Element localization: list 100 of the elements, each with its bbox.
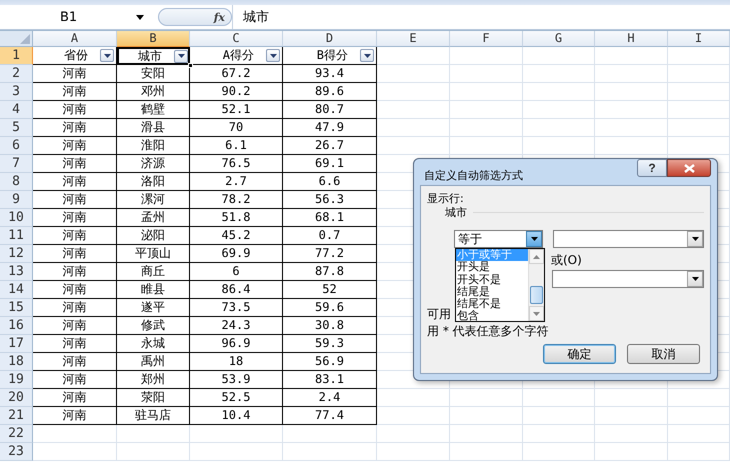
empty-cell[interactable] bbox=[595, 119, 668, 137]
empty-cell[interactable] bbox=[450, 407, 523, 425]
empty-cell[interactable] bbox=[595, 443, 668, 461]
scroll-thumb[interactable] bbox=[530, 286, 543, 304]
empty-cell[interactable] bbox=[377, 407, 450, 425]
row-header[interactable]: 2 bbox=[0, 65, 33, 83]
formula-input[interactable]: 城市 bbox=[232, 5, 730, 29]
row-header[interactable]: 14 bbox=[0, 281, 33, 299]
empty-cell[interactable] bbox=[523, 389, 595, 407]
list-item[interactable]: 包含 bbox=[456, 310, 528, 321]
row-header[interactable]: 16 bbox=[0, 317, 33, 335]
empty-cell[interactable] bbox=[668, 137, 730, 155]
empty-cell[interactable] bbox=[450, 137, 523, 155]
column-header[interactable]: D bbox=[283, 31, 377, 47]
dropdown-button[interactable] bbox=[526, 231, 542, 247]
help-button[interactable]: ? bbox=[637, 159, 667, 177]
table-header-cell[interactable]: 城市 bbox=[117, 47, 190, 65]
row-header[interactable]: 15 bbox=[0, 299, 33, 317]
column-header[interactable]: I bbox=[668, 31, 730, 47]
empty-cell[interactable] bbox=[450, 119, 523, 137]
fill-handle[interactable] bbox=[188, 63, 193, 68]
empty-cell[interactable] bbox=[283, 443, 377, 461]
empty-cell[interactable] bbox=[523, 407, 595, 425]
row-header[interactable]: 9 bbox=[0, 191, 33, 209]
dropdown-button[interactable] bbox=[687, 271, 703, 287]
row-header[interactable]: 8 bbox=[0, 173, 33, 191]
empty-cell[interactable] bbox=[668, 119, 730, 137]
list-item[interactable]: 结尾是 bbox=[456, 286, 528, 298]
row-header[interactable]: 12 bbox=[0, 245, 33, 263]
empty-cell[interactable] bbox=[450, 443, 523, 461]
empty-cell[interactable] bbox=[595, 47, 668, 65]
column-header[interactable]: H bbox=[595, 31, 668, 47]
empty-cell[interactable] bbox=[523, 83, 595, 101]
value-combobox[interactable] bbox=[552, 270, 704, 288]
name-box[interactable]: B1 bbox=[0, 5, 150, 29]
column-header[interactable]: B bbox=[117, 31, 190, 47]
table-header-cell[interactable]: 省份 bbox=[33, 47, 117, 65]
filter-dropdown-button[interactable] bbox=[360, 49, 374, 62]
empty-cell[interactable] bbox=[668, 101, 730, 119]
list-item[interactable]: 开头不是 bbox=[456, 274, 528, 286]
empty-cell[interactable] bbox=[377, 83, 450, 101]
scrollbar[interactable] bbox=[528, 249, 544, 321]
empty-cell[interactable] bbox=[523, 47, 595, 65]
empty-cell[interactable] bbox=[450, 425, 523, 443]
filter-dropdown-button[interactable] bbox=[100, 49, 114, 62]
empty-cell[interactable] bbox=[595, 101, 668, 119]
dialog-button[interactable]: 确定 bbox=[543, 344, 616, 364]
row-header[interactable]: 7 bbox=[0, 155, 33, 173]
row-header[interactable]: 1 bbox=[0, 47, 33, 65]
empty-cell[interactable] bbox=[595, 425, 668, 443]
dropdown-button[interactable] bbox=[687, 231, 703, 247]
row-header[interactable]: 18 bbox=[0, 353, 33, 371]
empty-cell[interactable] bbox=[523, 425, 595, 443]
empty-cell[interactable] bbox=[190, 425, 283, 443]
column-header[interactable]: E bbox=[377, 31, 450, 47]
empty-cell[interactable] bbox=[377, 443, 450, 461]
row-header[interactable]: 5 bbox=[0, 119, 33, 137]
empty-cell[interactable] bbox=[595, 137, 668, 155]
empty-cell[interactable] bbox=[668, 443, 730, 461]
empty-cell[interactable] bbox=[595, 65, 668, 83]
filter-dropdown-button[interactable] bbox=[174, 50, 188, 62]
empty-cell[interactable] bbox=[450, 101, 523, 119]
empty-cell[interactable] bbox=[377, 389, 450, 407]
empty-cell[interactable] bbox=[523, 101, 595, 119]
empty-cell[interactable] bbox=[450, 83, 523, 101]
row-header[interactable]: 17 bbox=[0, 335, 33, 353]
empty-cell[interactable] bbox=[283, 425, 377, 443]
row-header[interactable]: 4 bbox=[0, 101, 33, 119]
empty-cell[interactable] bbox=[668, 47, 730, 65]
empty-cell[interactable] bbox=[377, 65, 450, 83]
row-header[interactable]: 23 bbox=[0, 443, 33, 461]
empty-cell[interactable] bbox=[377, 47, 450, 65]
empty-cell[interactable] bbox=[595, 407, 668, 425]
list-item[interactable]: 开头是 bbox=[456, 261, 528, 274]
empty-cell[interactable] bbox=[595, 389, 668, 407]
empty-cell[interactable] bbox=[117, 425, 190, 443]
empty-cell[interactable] bbox=[450, 65, 523, 83]
empty-cell[interactable] bbox=[450, 389, 523, 407]
row-header[interactable]: 13 bbox=[0, 263, 33, 281]
list-item[interactable]: 结尾不是 bbox=[456, 298, 528, 310]
operator-combobox[interactable]: 等于 bbox=[454, 230, 544, 248]
formula-toggle[interactable]: fx bbox=[158, 8, 232, 26]
empty-cell[interactable] bbox=[595, 83, 668, 101]
row-header[interactable]: 3 bbox=[0, 83, 33, 101]
column-header[interactable]: C bbox=[190, 31, 283, 47]
empty-cell[interactable] bbox=[450, 47, 523, 65]
empty-cell[interactable] bbox=[377, 101, 450, 119]
empty-cell[interactable] bbox=[523, 65, 595, 83]
row-header[interactable]: 6 bbox=[0, 137, 33, 155]
or-option[interactable]: 或(O) bbox=[551, 253, 582, 267]
dialog-button[interactable]: 取消 bbox=[627, 344, 700, 364]
empty-cell[interactable] bbox=[377, 119, 450, 137]
column-header[interactable]: F bbox=[450, 31, 523, 47]
column-header[interactable]: G bbox=[523, 31, 595, 47]
row-header[interactable]: 19 bbox=[0, 371, 33, 389]
empty-cell[interactable] bbox=[523, 119, 595, 137]
empty-cell[interactable] bbox=[190, 443, 283, 461]
empty-cell[interactable] bbox=[668, 83, 730, 101]
row-header[interactable]: 22 bbox=[0, 425, 33, 443]
empty-cell[interactable] bbox=[523, 443, 595, 461]
